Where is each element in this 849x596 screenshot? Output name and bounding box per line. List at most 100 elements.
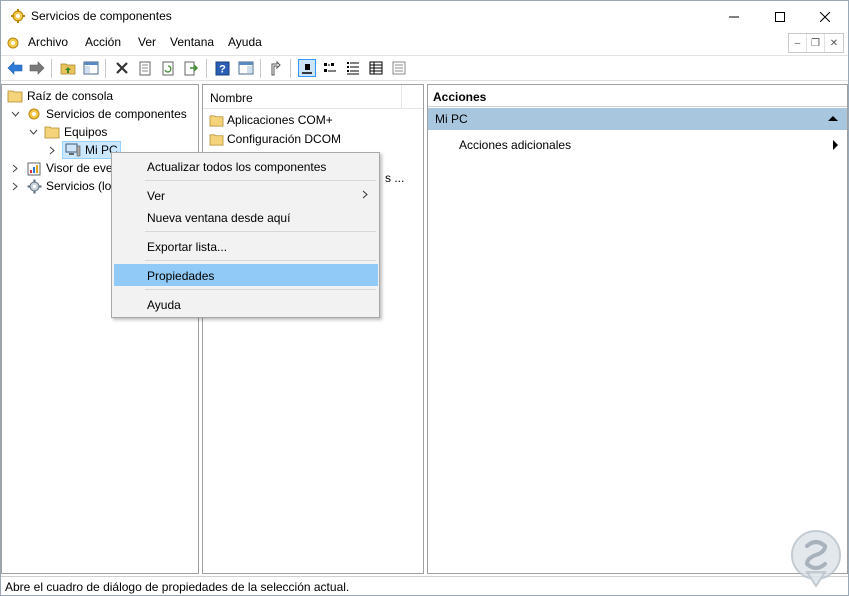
tree-item-label: Servicios (lo [46, 179, 112, 193]
ctx-item-label: Actualizar todos los componentes [147, 160, 327, 174]
ctx-separator [145, 289, 376, 290]
filter-view-icon [392, 61, 406, 75]
export-icon [184, 61, 198, 75]
toolbar-separator [105, 59, 106, 78]
filter-view-button[interactable] [390, 59, 408, 77]
list-view-icon [347, 62, 359, 75]
back-button[interactable] [6, 59, 24, 77]
help-button[interactable]: ? [213, 59, 231, 77]
ctx-new-window[interactable]: Nueva ventana desde aquí [114, 206, 378, 228]
column-divider[interactable] [401, 85, 402, 109]
list-item-dcom-config[interactable]: Configuración DCOM [209, 130, 341, 148]
computer-icon [65, 143, 81, 157]
ctx-export-list[interactable]: Exportar lista... [114, 235, 378, 257]
event-viewer-icon [27, 162, 41, 175]
close-button[interactable] [802, 1, 848, 32]
status-bar: Abre el cuadro de diálogo de propiedades… [1, 576, 848, 595]
tree-item-event-viewer[interactable]: Visor de eve [10, 159, 113, 177]
tree-item-label: Visor de eve [46, 161, 113, 175]
ctx-refresh-all[interactable]: Actualizar todos los componentes [114, 155, 378, 177]
folder-icon [209, 114, 224, 126]
actions-additional-item[interactable]: Acciones adicionales [428, 132, 847, 154]
new-window-button[interactable] [267, 59, 285, 77]
tree-item-mi-pc[interactable]: Mi PC [47, 141, 121, 159]
chevron-down-icon[interactable] [10, 109, 20, 119]
component-services-icon [11, 9, 25, 23]
details-view-button[interactable] [367, 59, 385, 77]
gear-icon [27, 179, 42, 193]
menu-ayuda[interactable]: Ayuda [228, 35, 262, 49]
ctx-item-label: Ayuda [147, 298, 181, 312]
tree-item-console-root[interactable]: Raíz de consola [7, 87, 113, 105]
chevron-right-icon[interactable] [10, 181, 20, 191]
list-item-com-apps[interactable]: Aplicaciones COM+ [209, 111, 333, 129]
delete-button[interactable] [113, 59, 131, 77]
list-column-header[interactable]: Nombre [203, 85, 423, 109]
ctx-properties[interactable]: Propiedades [114, 264, 378, 286]
ctx-item-label: Nueva ventana desde aquí [147, 211, 291, 225]
refresh-button[interactable] [159, 59, 177, 77]
maximize-icon [775, 11, 785, 22]
ctx-separator [145, 180, 376, 181]
help-icon: ? [215, 61, 229, 75]
close-icon [820, 11, 830, 22]
large-icons-view-button[interactable] [298, 59, 316, 77]
tree-item-services[interactable]: Servicios (lo [10, 177, 111, 195]
tree-item-component-services[interactable]: Servicios de componentes [10, 105, 187, 123]
menu-archivo[interactable]: Archivo [28, 35, 68, 49]
toolbar-separator [206, 59, 207, 78]
forward-button[interactable] [28, 59, 46, 77]
folder-icon [209, 133, 224, 145]
ctx-item-label: Ver [147, 189, 166, 203]
column-nombre[interactable]: Nombre [210, 91, 253, 105]
menu-ver[interactable]: Ver [138, 35, 156, 49]
watermark-logo-icon [791, 530, 841, 588]
collapse-up-icon[interactable] [828, 116, 838, 121]
forward-arrow-icon [29, 61, 45, 75]
console-menu-icon[interactable] [5, 35, 21, 51]
tree-item-label: Raíz de consola [27, 89, 114, 103]
back-arrow-icon [7, 61, 23, 75]
list-view-button[interactable] [344, 59, 362, 77]
export-list-button[interactable] [182, 59, 200, 77]
small-icons-view-button[interactable] [321, 59, 339, 77]
menu-ventana[interactable]: Ventana [170, 35, 214, 49]
chevron-right-icon [362, 190, 368, 199]
chevron-down-icon[interactable] [28, 127, 38, 137]
mdi-restore-icon[interactable]: ❐ [807, 34, 825, 52]
up-level-button[interactable] [59, 59, 77, 77]
chevron-right-icon[interactable] [47, 145, 57, 155]
folder-up-icon [60, 63, 76, 75]
ctx-item-label: Exportar lista... [147, 240, 228, 254]
tree-item-equipos[interactable]: Equipos [28, 123, 107, 141]
status-text: Abre el cuadro de diálogo de propiedades… [5, 580, 350, 594]
mdi-close-icon[interactable]: ✕ [825, 34, 843, 52]
properties-button[interactable] [136, 59, 154, 77]
mdi-minimize-icon[interactable]: – [789, 34, 807, 52]
ctx-view[interactable]: Ver [114, 184, 378, 206]
component-services-icon [28, 108, 40, 120]
action-pane-icon [238, 61, 254, 75]
folder-icon [44, 126, 60, 139]
delete-x-icon [116, 62, 128, 74]
toolbar: ? [1, 55, 848, 81]
maximize-button[interactable] [757, 1, 803, 32]
actions-section-mi-pc[interactable]: Mi PC [428, 108, 847, 130]
list-item-partial[interactable]: s ... [382, 169, 404, 187]
properties-sheet-icon [139, 61, 151, 75]
show-hide-tree-button[interactable] [82, 59, 100, 77]
minimize-icon [729, 16, 739, 17]
toolbar-separator [260, 59, 261, 78]
show-action-pane-button[interactable] [237, 59, 255, 77]
toolbar-separator [51, 59, 52, 78]
list-item-label: s ... [385, 171, 405, 185]
menu-accion[interactable]: Acción [85, 35, 121, 49]
window-title: Servicios de componentes [31, 9, 172, 23]
minimize-button[interactable] [711, 1, 757, 32]
actions-section-label: Mi PC [435, 112, 468, 126]
tree-item-label: Equipos [64, 125, 108, 139]
large-icons-icon [302, 64, 312, 74]
ctx-help[interactable]: Ayuda [114, 293, 378, 315]
title-bar: Servicios de componentes [1, 1, 848, 32]
chevron-right-icon[interactable] [10, 163, 20, 173]
